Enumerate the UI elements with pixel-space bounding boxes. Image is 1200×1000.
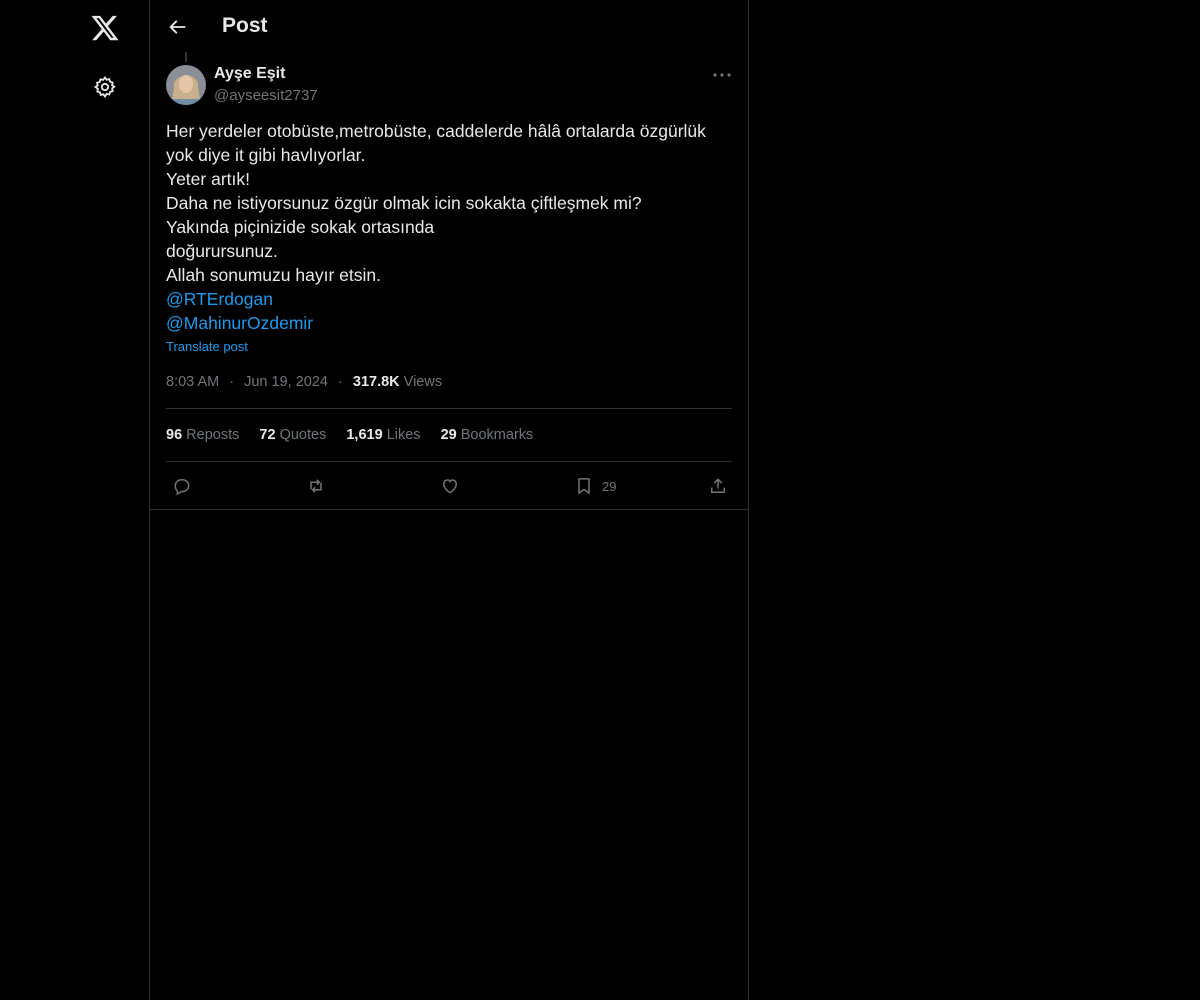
- post-column: Post Ayşe Eşit @ayseesit2737 Her yerdele…: [149, 0, 749, 1000]
- heart-icon: [442, 479, 458, 494]
- post-text-line: Her yerdeler otobüste,metrobüste, caddel…: [166, 121, 706, 141]
- repost-button[interactable]: [306, 475, 326, 497]
- page-title: Post: [222, 14, 268, 37]
- bookmarks-stat[interactable]: 29 Bookmarks: [441, 427, 534, 443]
- likes-stat[interactable]: 1,619 Likes: [346, 427, 420, 443]
- x-logo-icon[interactable]: [90, 13, 120, 43]
- more-options-icon[interactable]: [711, 65, 733, 85]
- post-text-line: Yeter artık!: [166, 169, 250, 189]
- reply-button[interactable]: [172, 475, 192, 497]
- left-nav: [0, 0, 149, 1000]
- post-stats: 96 Reposts 72 Quotes 1,619 Likes 29 Book…: [166, 427, 549, 443]
- bookmark-count: 29: [602, 478, 617, 494]
- post-text-line: doğurursunuz.: [166, 241, 278, 261]
- views-count: 317.8K: [352, 374, 400, 390]
- reposts-count: 96: [166, 427, 183, 443]
- reposts-stat[interactable]: 96 Reposts: [166, 427, 239, 443]
- like-button[interactable]: [440, 475, 460, 497]
- author-name[interactable]: Ayşe Eşit: [214, 65, 285, 83]
- reposts-label: Reposts: [186, 427, 240, 443]
- repost-icon: [310, 479, 322, 493]
- meta-separator: ·: [229, 374, 235, 390]
- author-handle[interactable]: @ayseesit2737: [214, 87, 318, 104]
- mention-link[interactable]: @RTErdogan: [166, 287, 734, 311]
- meta-separator: ·: [338, 374, 343, 390]
- bookmark-icon: [578, 478, 590, 495]
- post-meta: 8:03 AM · Jun 19, 2024 · 317.8K Views: [166, 374, 442, 390]
- bookmarks-count: 29: [440, 427, 457, 443]
- post-bottom-border: [150, 509, 748, 510]
- post-text: Her yerdeler otobüste,metrobüste, caddel…: [166, 119, 734, 335]
- arrow-left-icon[interactable]: [166, 16, 188, 38]
- post-text-line: Allah sonumuzu hayır etsin.: [166, 265, 381, 285]
- views-label: Views: [403, 374, 443, 390]
- page-header: Post: [150, 0, 748, 53]
- action-bar: 29: [150, 462, 748, 508]
- bookmark-button[interactable]: 29: [574, 475, 616, 497]
- gear-icon[interactable]: [93, 75, 117, 99]
- share-icon: [711, 478, 725, 493]
- quotes-count: 72: [259, 427, 276, 443]
- bookmarks-label: Bookmarks: [460, 427, 534, 443]
- divider: [166, 408, 732, 409]
- likes-label: Likes: [386, 427, 421, 443]
- translate-post-link[interactable]: Translate post: [166, 339, 248, 354]
- mention-link[interactable]: @MahinurOzdemir: [166, 311, 734, 335]
- post-text-line: Yakında piçinizide sokak ortasında: [166, 217, 435, 237]
- reply-icon: [174, 479, 190, 496]
- thread-connector: [185, 52, 187, 62]
- post-text-line: Daha ne istiyorsunuz özgür olmak icin so…: [166, 193, 642, 213]
- quotes-label: Quotes: [279, 427, 327, 443]
- post-time[interactable]: 8:03 AM: [166, 374, 219, 390]
- likes-count: 1,619: [346, 427, 383, 443]
- avatar[interactable]: [166, 65, 206, 105]
- post-date[interactable]: Jun 19, 2024: [244, 374, 328, 390]
- share-button[interactable]: [708, 475, 728, 497]
- quotes-stat[interactable]: 72 Quotes: [259, 427, 326, 443]
- post-text-line: yok diye it gibi havlıyorlar.: [166, 145, 366, 165]
